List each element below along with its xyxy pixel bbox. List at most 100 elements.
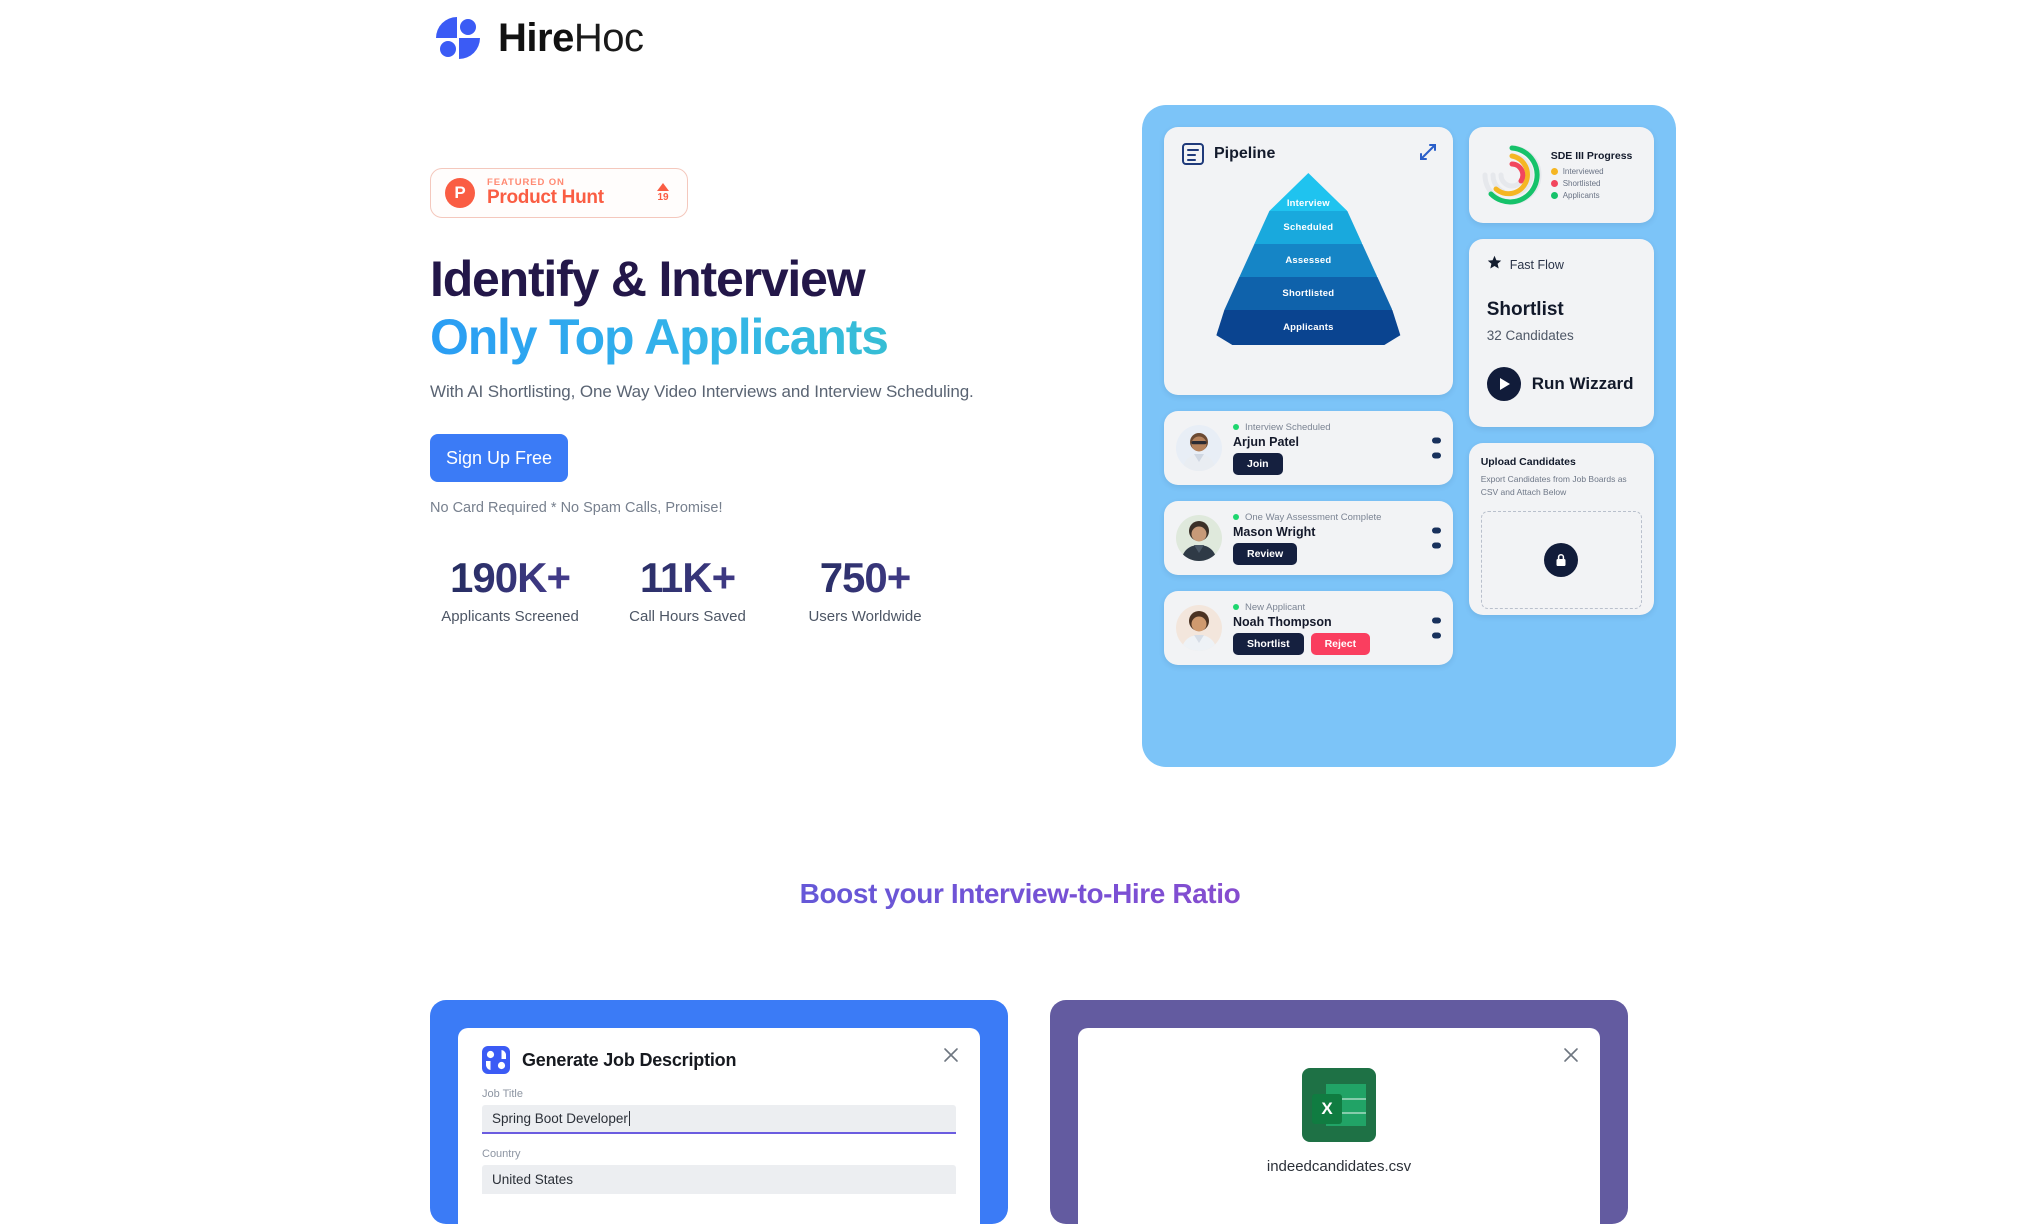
cta-disclaimer: No Card Required * No Spam Calls, Promis… — [430, 500, 723, 516]
stat-item: 750+ Users Worldwide — [785, 555, 945, 625]
candidate-body: Interview Scheduled Arjun Patel Join — [1233, 422, 1441, 475]
upload-lock-icon — [1544, 542, 1579, 577]
country-value: United States — [492, 1172, 574, 1187]
brand-name-bold: Hire — [498, 16, 574, 60]
fast-flow-header: Fast Flow — [1487, 255, 1636, 275]
legend-dot-shortlisted — [1550, 180, 1558, 187]
candidate-actions: Join — [1233, 452, 1441, 475]
fast-flow-card: Fast Flow Shortlist 32 Candidates Run Wi… — [1468, 239, 1654, 427]
close-icon[interactable] — [1562, 1046, 1580, 1064]
product-hunt-badge[interactable]: P FEATURED ON Product Hunt 19 — [430, 168, 688, 218]
funnel-stage-label: Applicants — [1283, 322, 1334, 333]
progress-title: SDE III Progress — [1550, 150, 1633, 162]
pipeline-header: Pipeline — [1182, 143, 1435, 165]
status-dot-icon — [1233, 514, 1239, 520]
candidate-status-text: One Way Assessment Complete — [1245, 511, 1382, 523]
showcase-row: Generate Job Description Job Title Sprin… — [430, 1000, 1628, 1224]
stat-label: Call Hours Saved — [629, 608, 746, 626]
headline-line-2: Only Top Applicants — [430, 308, 1070, 366]
upload-dropzone[interactable] — [1480, 510, 1642, 609]
job-title-value: Spring Boot Developer — [492, 1111, 628, 1126]
csv-file-preview: X indeedcandidates.csv — [1102, 1046, 1576, 1175]
candidate-status: New Applicant — [1233, 602, 1441, 613]
candidate-actions: Shortlist Reject — [1233, 632, 1441, 655]
funnel-stage: Scheduled — [1254, 211, 1363, 244]
brand-name-light: Hoc — [573, 16, 644, 60]
country-field: Country United States — [482, 1148, 956, 1194]
candidate-options-icon[interactable] — [1431, 437, 1441, 459]
candidate-options-icon[interactable] — [1431, 527, 1441, 549]
funnel-stage: Applicants — [1216, 310, 1401, 345]
fast-flow-title: Shortlist — [1486, 299, 1564, 320]
progress-rings-chart — [1479, 142, 1545, 208]
candidate-name: Mason Wright — [1233, 524, 1316, 539]
job-title-input[interactable]: Spring Boot Developer — [482, 1105, 956, 1134]
review-button[interactable]: Review — [1233, 542, 1298, 565]
country-input[interactable]: United States — [482, 1165, 956, 1194]
stat-value: 750+ — [785, 555, 945, 600]
close-icon[interactable] — [942, 1046, 960, 1064]
hero-left-column: P FEATURED ON Product Hunt 19 Identify &… — [430, 168, 1070, 625]
legend-item: Interviewed — [1550, 167, 1644, 176]
stat-value: 11K+ — [590, 555, 785, 600]
reject-button[interactable]: Reject — [1310, 632, 1371, 655]
expand-arrows-icon[interactable] — [1419, 143, 1437, 161]
avatar — [1176, 515, 1222, 561]
pipeline-card: Pipeline Interview Scheduled Assessed Sh… — [1164, 127, 1453, 395]
upvote-count: 19 — [657, 192, 669, 203]
modal-title: Generate Job Description — [522, 1049, 737, 1070]
legend-label: Interviewed — [1562, 167, 1604, 176]
candidate-card-arjun-patel[interactable]: Interview Scheduled Arjun Patel Join — [1164, 411, 1453, 485]
candidate-status: One Way Assessment Complete — [1233, 512, 1441, 523]
candidate-name: Noah Thompson — [1233, 614, 1332, 629]
csv-file-name: indeedcandidates.csv — [1266, 1158, 1412, 1175]
candidate-status: Interview Scheduled — [1233, 422, 1441, 433]
upload-subtitle: Export Candidates from Job Boards as CSV… — [1480, 474, 1627, 497]
upload-title: Upload Candidates — [1480, 456, 1576, 468]
section-title: Boost your Interview-to-Hire Ratio — [0, 878, 2040, 910]
excel-icon-letter: X — [1312, 1094, 1342, 1124]
job-title-label: Job Title — [482, 1088, 523, 1100]
product-hunt-name: Product Hunt — [487, 187, 604, 209]
run-wizzard-label: Run Wizzard — [1531, 374, 1634, 393]
join-button[interactable]: Join — [1233, 452, 1283, 475]
brand-logo[interactable]: HireHoc — [432, 12, 644, 64]
legend-label: Shortlisted — [1562, 179, 1601, 188]
sign-up-free-button[interactable]: Sign Up Free — [430, 434, 568, 482]
modal-header: Generate Job Description — [482, 1046, 956, 1074]
upvote-group[interactable]: 19 — [657, 183, 669, 203]
job-title-field: Job Title Spring Boot Developer — [482, 1088, 956, 1134]
stat-label: Applicants Screened — [441, 608, 579, 626]
landing-page: HireHoc P FEATURED ON Product Hunt 19 Id… — [0, 0, 2040, 1224]
job-description-modal: Generate Job Description Job Title Sprin… — [458, 1028, 980, 1224]
funnel-stage-label: Shortlisted — [1282, 288, 1335, 299]
product-hunt-icon: P — [445, 178, 475, 208]
candidate-actions: Review — [1233, 542, 1441, 565]
document-icon — [1182, 143, 1204, 165]
pipeline-funnel-chart: Interview Scheduled Assessed Shortlisted — [1164, 173, 1453, 345]
showcase-card-job-description: Generate Job Description Job Title Sprin… — [430, 1000, 1008, 1224]
candidate-card-mason-wright[interactable]: One Way Assessment Complete Mason Wright… — [1164, 501, 1453, 575]
brand-name: HireHoc — [498, 16, 644, 60]
pipeline-title: Pipeline — [1214, 145, 1276, 162]
candidate-card-noah-thompson[interactable]: New Applicant Noah Thompson Shortlist Re… — [1164, 591, 1453, 665]
country-label: Country — [482, 1148, 521, 1160]
legend-dot-interviewed — [1550, 168, 1558, 175]
text-caret — [628, 1111, 630, 1126]
run-wizzard-button[interactable]: Run Wizzard — [1486, 367, 1636, 401]
avatar — [1176, 605, 1222, 651]
status-dot-icon — [1233, 604, 1239, 610]
avatar — [1176, 425, 1222, 471]
candidate-options-icon[interactable] — [1431, 617, 1441, 639]
funnel-stage: Shortlisted — [1224, 277, 1393, 310]
candidate-body: One Way Assessment Complete Mason Wright… — [1233, 512, 1441, 565]
status-dot-icon — [1233, 424, 1239, 430]
shortlist-button[interactable]: Shortlist — [1233, 632, 1304, 655]
hero-headline: Identify & Interview Only Top Applicants — [430, 250, 1070, 366]
funnel-stage-label: Assessed — [1285, 255, 1332, 266]
candidate-status-text: New Applicant — [1245, 601, 1306, 613]
csv-upload-modal: X indeedcandidates.csv — [1078, 1028, 1600, 1224]
hirehoc-logo-icon — [482, 1046, 510, 1074]
upload-candidates-card: Upload Candidates Export Candidates from… — [1468, 443, 1654, 615]
fast-flow-subtitle: 32 Candidates — [1486, 328, 1574, 343]
